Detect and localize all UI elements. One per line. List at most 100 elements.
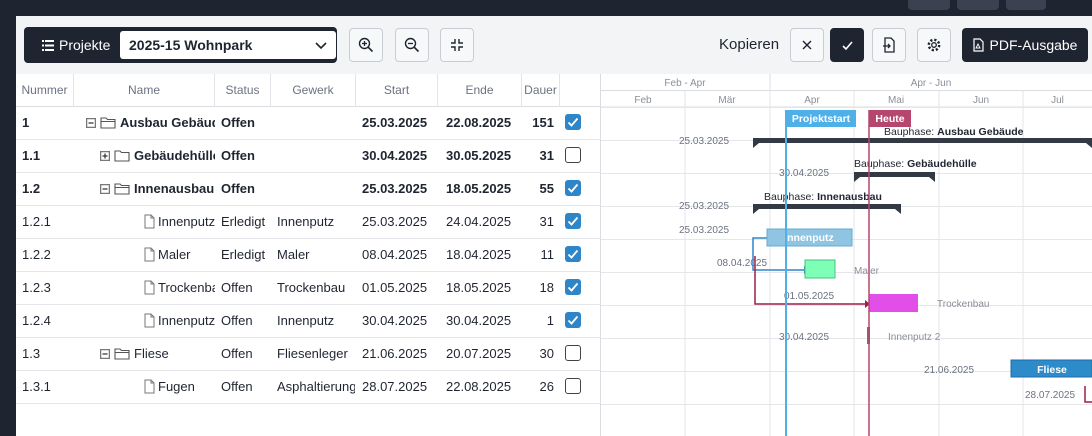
- table-row[interactable]: 1.1 Gebäudehülle Offen 30.04.2025 30.05.2025…: [16, 140, 600, 173]
- cell-dauer: 55: [539, 181, 554, 196]
- cell-status: Offen: [221, 115, 255, 130]
- check-icon: [567, 249, 579, 259]
- column-header-start[interactable]: Start: [356, 74, 438, 107]
- task-bar-maler[interactable]: [804, 259, 836, 279]
- cell-ende: 18.05.2025: [446, 280, 512, 295]
- cell-status: Offen: [221, 379, 253, 394]
- table-row[interactable]: 1.2 Innenausbau Offen 25.03.2025 18.05.2025 5…: [16, 173, 600, 206]
- summary-bar-ausbau-left-cap: [753, 143, 759, 148]
- cell-name: Innenausbau: [134, 181, 215, 196]
- project-select-value: 2025-15 Wohnpark: [129, 37, 253, 53]
- collapse-button[interactable]: [440, 28, 474, 62]
- file-icon: [144, 214, 155, 229]
- summary-bar-ausbau-right-cap: [1086, 143, 1092, 148]
- zoom-in-button[interactable]: [349, 28, 383, 62]
- summary-bar-innenausbau-right-cap: [895, 209, 901, 214]
- row-checkbox[interactable]: [565, 378, 581, 394]
- topbar-button-2[interactable]: [957, 0, 999, 10]
- gear-icon: [927, 38, 941, 52]
- cell-start: 25.03.2025: [362, 115, 428, 130]
- cell-dauer: 30: [539, 346, 554, 361]
- cell-gewerk: Innenputz: [277, 313, 335, 328]
- cell-nummer: 1.3.1: [22, 379, 51, 394]
- row-checkbox[interactable]: [565, 279, 581, 295]
- cell-gewerk: [277, 140, 355, 172]
- expand-icon: [100, 151, 110, 161]
- cell-nummer: 1.2: [22, 181, 41, 196]
- row-checkbox[interactable]: [565, 246, 581, 262]
- row-checkbox[interactable]: [565, 213, 581, 229]
- table-row[interactable]: 1 Ausbau Gebäude Offen 25.03.2025 22.08.2025…: [16, 107, 600, 140]
- cell-nummer: 1.1: [22, 148, 41, 163]
- column-header-dauer[interactable]: Dauer: [522, 74, 560, 107]
- settings-button[interactable]: [917, 28, 951, 62]
- phase-date-label: 25.03.2025: [679, 201, 729, 212]
- folder-icon: [114, 183, 130, 195]
- topbar-button-3[interactable]: [1006, 0, 1046, 10]
- cell-dauer: 26: [539, 379, 554, 394]
- table-row[interactable]: 1.2.1 Innenputz Erledigt Innenputz 25.03.202…: [16, 206, 600, 239]
- column-header-name[interactable]: Name: [74, 74, 215, 107]
- cell-ende: 22.08.2025: [446, 379, 512, 394]
- cell-start: 30.04.2025: [362, 148, 428, 163]
- cell-name: Innenputz: [158, 214, 215, 229]
- column-header-ende[interactable]: Ende: [438, 74, 522, 107]
- task-outside-label: Innenputz 2: [888, 332, 941, 343]
- chevron-down-icon: [315, 42, 327, 50]
- month-label: Feb: [634, 95, 652, 106]
- cell-gewerk: Trockenbau: [277, 280, 346, 295]
- cell-start: 21.06.2025: [362, 346, 428, 361]
- topbar-button-1[interactable]: [908, 0, 950, 10]
- column-header-gewerk[interactable]: Gewerk: [271, 74, 356, 107]
- table-row[interactable]: 1.3.1 Fugen Offen Asphaltierung 28.07.2025 22…: [16, 371, 600, 404]
- summary-bar-innenausbau[interactable]: [753, 204, 901, 209]
- column-header-nummer[interactable]: Nummer: [16, 74, 74, 107]
- import-button[interactable]: [872, 28, 906, 62]
- copy-confirm-button[interactable]: [830, 28, 864, 62]
- table-row[interactable]: 1.3 Fliese Offen Fliesenleger 21.06.2025 20.0…: [16, 338, 600, 371]
- row-checkbox[interactable]: [565, 147, 581, 163]
- cell-status: Offen: [221, 181, 255, 196]
- phase-prefix: Bauphase:: [764, 191, 817, 203]
- row-checkbox[interactable]: [565, 345, 581, 361]
- check-icon: [567, 216, 579, 226]
- cell-start: 01.05.2025: [362, 280, 428, 295]
- toolbar: Projekte 2025-15 Wohnpark Kopieren PDF-A…: [16, 16, 1092, 75]
- folder-icon: [114, 348, 130, 360]
- row-checkbox[interactable]: [565, 180, 581, 196]
- cell-status: Offen: [221, 148, 255, 163]
- cell-gewerk: [277, 107, 355, 139]
- cell-name: Innenputz 2: [158, 313, 215, 328]
- cell-name: Ausbau Gebäude: [120, 115, 215, 130]
- summary-bar-gebaeudehuelle[interactable]: [854, 172, 935, 177]
- cell-gewerk: Fliesenleger: [277, 346, 348, 361]
- file-icon: [144, 379, 155, 394]
- copy-cancel-button[interactable]: [790, 28, 824, 62]
- phase-prefix: Bauphase:: [884, 126, 937, 138]
- zoom-out-button[interactable]: [395, 28, 429, 62]
- row-checkbox[interactable]: [565, 114, 581, 130]
- month-label: Apr: [804, 95, 820, 106]
- table-row[interactable]: 1.2.3 Trockenbau Offen Trockenbau 01.05.2025…: [16, 272, 600, 305]
- summary-bar-gebaeudehuelle-right-cap: [929, 177, 935, 182]
- project-select[interactable]: 2025-15 Wohnpark: [120, 31, 336, 59]
- file-icon: [144, 247, 155, 262]
- table-row[interactable]: 1.2.2 Maler Erledigt Maler 08.04.2025 18.04.2…: [16, 239, 600, 272]
- task-bar-label: Fliese: [1037, 364, 1067, 376]
- row-checkbox[interactable]: [565, 312, 581, 328]
- cell-dauer: 151: [532, 115, 554, 130]
- task-bar-trockenbau[interactable]: [869, 294, 918, 312]
- table-row[interactable]: 1.2.4 Innenputz 2 Offen Innenputz 30.04.2025…: [16, 305, 600, 338]
- cell-start: 30.04.2025: [362, 313, 428, 328]
- projects-menu-button[interactable]: Projekte: [42, 37, 110, 53]
- file-icon: [144, 313, 155, 328]
- cell-start: 25.03.2025: [362, 181, 428, 196]
- pdf-export-button[interactable]: PDF-Ausgabe: [962, 28, 1088, 62]
- column-header-status[interactable]: Status: [215, 74, 271, 107]
- cell-name: Fliese: [134, 346, 169, 361]
- check-icon: [567, 315, 579, 325]
- cell-name: Fugen: [158, 379, 195, 394]
- collapse-icon: [100, 184, 110, 194]
- summary-bar-ausbau[interactable]: [753, 138, 1092, 143]
- quarter-label: Apr - Jun: [911, 78, 952, 89]
